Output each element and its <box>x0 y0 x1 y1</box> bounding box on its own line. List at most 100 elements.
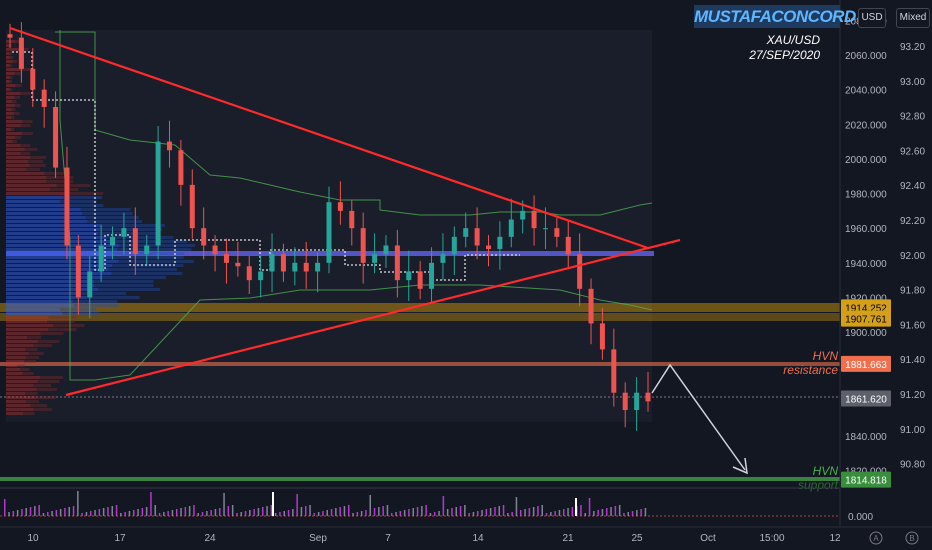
y-tick-left: 2060.000 <box>845 51 887 62</box>
volume-bar <box>112 506 114 516</box>
volume-bar <box>163 512 165 516</box>
volume-bar <box>481 510 483 516</box>
vp-bar-buy <box>6 252 113 255</box>
price-axis-left[interactable]: 2080.0002060.0002040.0002020.0002000.000… <box>845 16 887 477</box>
vp-bar-sell <box>86 216 139 219</box>
vp-bar-sell <box>23 372 34 375</box>
y-tick-left: 2020.000 <box>845 120 887 131</box>
price-tag-label: 1814.818 <box>845 476 887 487</box>
y-tick-left: 1900.000 <box>845 328 887 339</box>
vp-bar-buy <box>6 316 49 319</box>
vp-bar-sell <box>11 128 14 131</box>
vp-bar-buy <box>6 128 11 131</box>
volume-bar <box>413 508 415 516</box>
vp-bar-buy <box>6 332 40 335</box>
volume-bar <box>593 511 595 516</box>
vp-bar-sell <box>27 336 41 339</box>
vp-bar-buy <box>6 168 26 171</box>
vp-bar-sell <box>31 404 47 407</box>
vp-bar-buy <box>6 92 20 95</box>
vp-bar-buy <box>6 124 21 127</box>
volume-bar <box>81 513 83 516</box>
price-axis-right[interactable]: 93.20 93.00 92.80 92.60 92.40 92.20 92.00 91.80… <box>900 42 925 471</box>
volume-bar <box>262 507 264 516</box>
price-chart[interactable]: HVN resistance HVN support 2080.0002060.… <box>0 0 932 550</box>
candle-body <box>304 263 309 272</box>
vp-bar-sell <box>12 140 16 143</box>
vp-bar-sell <box>37 388 57 391</box>
currency-button[interactable]: USD <box>858 8 886 28</box>
candle-body <box>497 237 502 249</box>
vp-bar-buy <box>6 396 36 399</box>
scale-mode-button[interactable]: Mixed <box>896 8 930 28</box>
vp-bar-buy <box>6 136 15 139</box>
vp-bar-sell <box>98 288 160 291</box>
candle-body <box>178 150 183 185</box>
vp-bar-buy <box>6 272 112 275</box>
symbol-label: XAU/USD <box>749 33 820 48</box>
vp-bar-buy <box>6 264 112 267</box>
vp-bar-sell <box>64 192 103 195</box>
vp-bar-buy <box>6 284 94 287</box>
vp-bar-sell <box>29 352 44 355</box>
vp-bar-sell <box>112 264 183 267</box>
vp-bar-buy <box>6 412 23 415</box>
candle-body <box>270 254 275 271</box>
vp-bar-buy <box>6 212 82 215</box>
volume-bar <box>180 508 182 516</box>
y-tick-left: 1960.000 <box>845 224 887 235</box>
candle-body <box>315 263 320 272</box>
vp-bar-sell <box>34 408 52 411</box>
candle-body <box>429 263 434 289</box>
volume-bar <box>606 508 608 516</box>
volume-bar <box>550 512 552 516</box>
vp-bar-sell <box>36 396 56 399</box>
vp-bar-sell <box>73 300 118 303</box>
candle-body <box>566 237 571 254</box>
candle-body <box>235 263 240 266</box>
volume-bar <box>636 510 638 516</box>
volume-bar <box>228 506 230 516</box>
vp-bar-buy <box>6 388 37 391</box>
vp-bar-buy <box>6 208 81 211</box>
volume-bar <box>632 511 634 516</box>
vp-bar-buy <box>6 120 22 123</box>
vp-bar-buy <box>6 228 100 231</box>
volume-bar <box>382 506 384 516</box>
candle-body <box>623 393 628 410</box>
vp-bar-buy <box>6 204 64 207</box>
volume-bar <box>563 509 565 516</box>
vp-bar-sell <box>117 248 191 251</box>
time-axis[interactable]: 10 17 24 Sep 7 14 21 25 Oct 15:00 12 <box>27 533 841 544</box>
vp-bar-buy <box>6 216 86 219</box>
volume-bar <box>370 495 372 516</box>
vp-bar-buy <box>6 160 28 163</box>
vp-bar-buy <box>6 76 10 79</box>
vp-bar-buy <box>6 84 15 87</box>
volume-bar <box>520 510 522 516</box>
vp-bar-sell <box>21 124 31 127</box>
candle-body <box>53 107 58 168</box>
volume-axis-label: 0.000 <box>848 512 873 523</box>
vp-bar-sell <box>10 52 12 55</box>
y-tick-right: 91.00 <box>900 425 925 436</box>
vp-bar-sell <box>26 400 39 403</box>
vp-bar-buy <box>6 308 60 311</box>
vp-bar-sell <box>101 224 165 227</box>
y-tick-right: 92.40 <box>900 181 925 192</box>
volume-bar <box>17 510 19 516</box>
volume-bar <box>34 506 36 516</box>
vp-bar-buy <box>6 100 12 103</box>
volume-bar <box>400 511 402 516</box>
vp-bar-sell <box>112 272 182 275</box>
vp-bar-buy <box>6 140 12 143</box>
vp-bar-buy <box>6 80 10 83</box>
volume-bar <box>335 508 337 516</box>
volume-bar <box>77 491 79 516</box>
y-tick-right: 93.20 <box>900 42 925 53</box>
volume-bar <box>623 513 625 516</box>
volume-bar <box>494 507 496 516</box>
vp-bar-buy <box>6 60 13 63</box>
volume-bar <box>202 512 204 516</box>
candle-body <box>42 90 47 107</box>
